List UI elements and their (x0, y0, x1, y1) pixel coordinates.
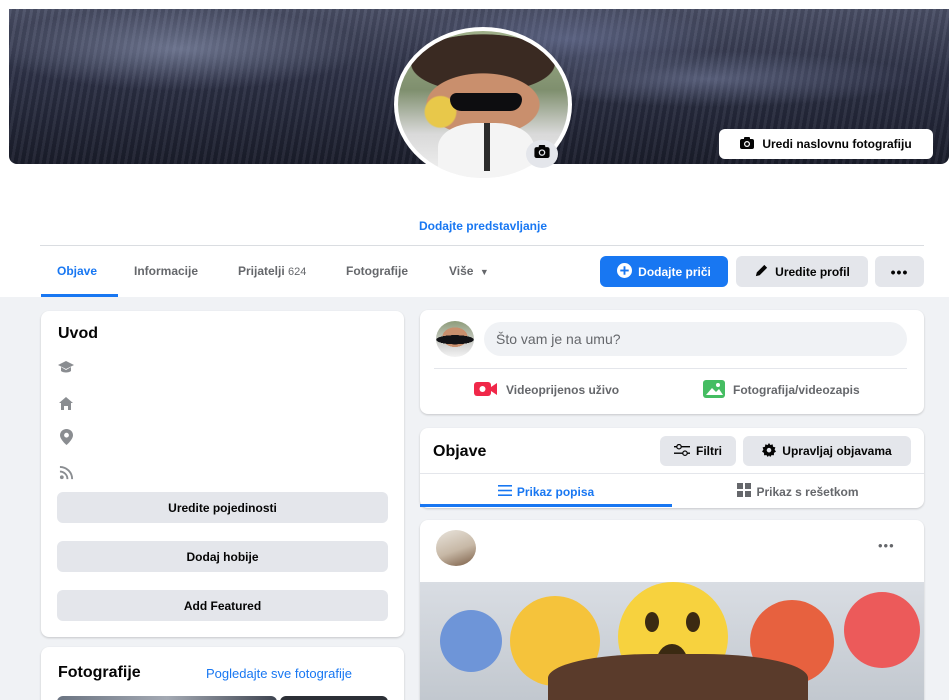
composer-avatar[interactable] (436, 321, 474, 357)
person-silhouette (548, 654, 808, 700)
composer-divider (434, 368, 907, 369)
add-featured-button[interactable]: Add Featured (57, 590, 388, 621)
avatar-sunglasses (450, 93, 522, 111)
more-options-button[interactable]: ••• (875, 256, 924, 287)
post-image[interactable] (420, 582, 924, 700)
manage-posts-label: Upravljaj objavama (782, 444, 892, 458)
camera-icon (534, 145, 550, 163)
emoji-eye (686, 612, 700, 632)
rss-icon (58, 464, 74, 480)
posts-title: Objave (433, 443, 487, 460)
grid-view-tab[interactable]: Prikaz s rešetkom (672, 476, 924, 507)
more-horizontal-icon: ••• (878, 538, 895, 553)
post-author-avatar[interactable] (436, 530, 476, 566)
composer-placeholder: Što vam je na umu? (496, 331, 621, 347)
location-pin-icon (58, 429, 74, 445)
camera-icon (740, 136, 755, 152)
grid-view-label: Prikaz s rešetkom (756, 484, 859, 499)
edit-cover-photo-label: Uredi naslovnu fotografiju (762, 137, 912, 151)
see-all-photos-link[interactable]: Pogledajte sve fotografije (206, 666, 352, 681)
sliders-icon (674, 443, 690, 459)
list-icon (497, 484, 512, 499)
photo-video-label: Fotografija/videozapis (733, 383, 860, 397)
posts-header-divider (420, 473, 924, 474)
update-profile-picture-button[interactable] (526, 140, 558, 168)
edit-details-button[interactable]: Uredite pojedinosti (57, 492, 388, 523)
pencil-icon (754, 263, 769, 281)
edit-profile-label: Uredite profil (775, 264, 850, 279)
active-tab-indicator (41, 294, 118, 297)
live-video-button[interactable]: Videoprijenos uživo (474, 378, 619, 402)
grid-icon (737, 483, 752, 500)
list-view-tab[interactable]: Prikaz popisa (420, 476, 672, 507)
tab-photos[interactable]: Fotografije (346, 264, 408, 278)
plus-circle-icon (617, 262, 633, 281)
tab-more[interactable]: Više ▼ (449, 264, 489, 278)
caret-down-icon: ▼ (479, 267, 489, 277)
active-view-indicator (420, 504, 672, 507)
filters-label: Filtri (696, 444, 722, 458)
gear-icon (762, 442, 777, 460)
photos-title: Fotografije (58, 664, 141, 681)
add-story-button[interactable]: Dodajte priči (600, 256, 728, 287)
avatar-zip (484, 123, 490, 171)
intro-card (41, 311, 404, 637)
tab-friends[interactable]: Prijatelji 624 (238, 264, 306, 278)
tab-more-label: Više (449, 264, 474, 278)
edit-cover-photo-button[interactable]: Uredi naslovnu fotografiju (719, 129, 933, 159)
edit-profile-button[interactable]: Uredite profil (736, 256, 868, 287)
photo-video-icon (703, 379, 725, 401)
live-video-icon (474, 381, 498, 400)
intro-title: Uvod (58, 325, 98, 342)
tab-about[interactable]: Informacije (134, 264, 198, 278)
manage-posts-button[interactable]: Upravljaj objavama (743, 436, 911, 466)
add-hobbies-button[interactable]: Dodaj hobije (57, 541, 388, 572)
tab-friends-label: Prijatelji (238, 264, 285, 278)
tab-posts[interactable]: Objave (57, 264, 97, 278)
filters-button[interactable]: Filtri (660, 436, 736, 466)
live-video-label: Videoprijenos uživo (506, 383, 620, 397)
home-icon (58, 395, 74, 411)
header-divider (40, 245, 924, 246)
photo-thumbnail[interactable] (57, 696, 277, 700)
photo-video-button[interactable]: Fotografija/videozapis (703, 378, 860, 402)
graduation-cap-icon (58, 359, 74, 375)
emoji-eye (645, 612, 659, 632)
list-view-label: Prikaz popisa (516, 484, 595, 499)
friends-count: 624 (288, 266, 307, 278)
like-reaction-emoji (440, 610, 502, 672)
add-bio-link[interactable]: Dodajte predstavljanje (0, 219, 949, 233)
post-more-button[interactable]: ••• (878, 538, 895, 553)
more-horizontal-icon: ••• (890, 263, 909, 280)
love-reaction-emoji (844, 592, 920, 668)
composer-input[interactable]: Što vam je na umu? (484, 322, 907, 356)
add-story-label: Dodajte priči (638, 264, 711, 279)
photo-thumbnail[interactable] (280, 696, 388, 700)
